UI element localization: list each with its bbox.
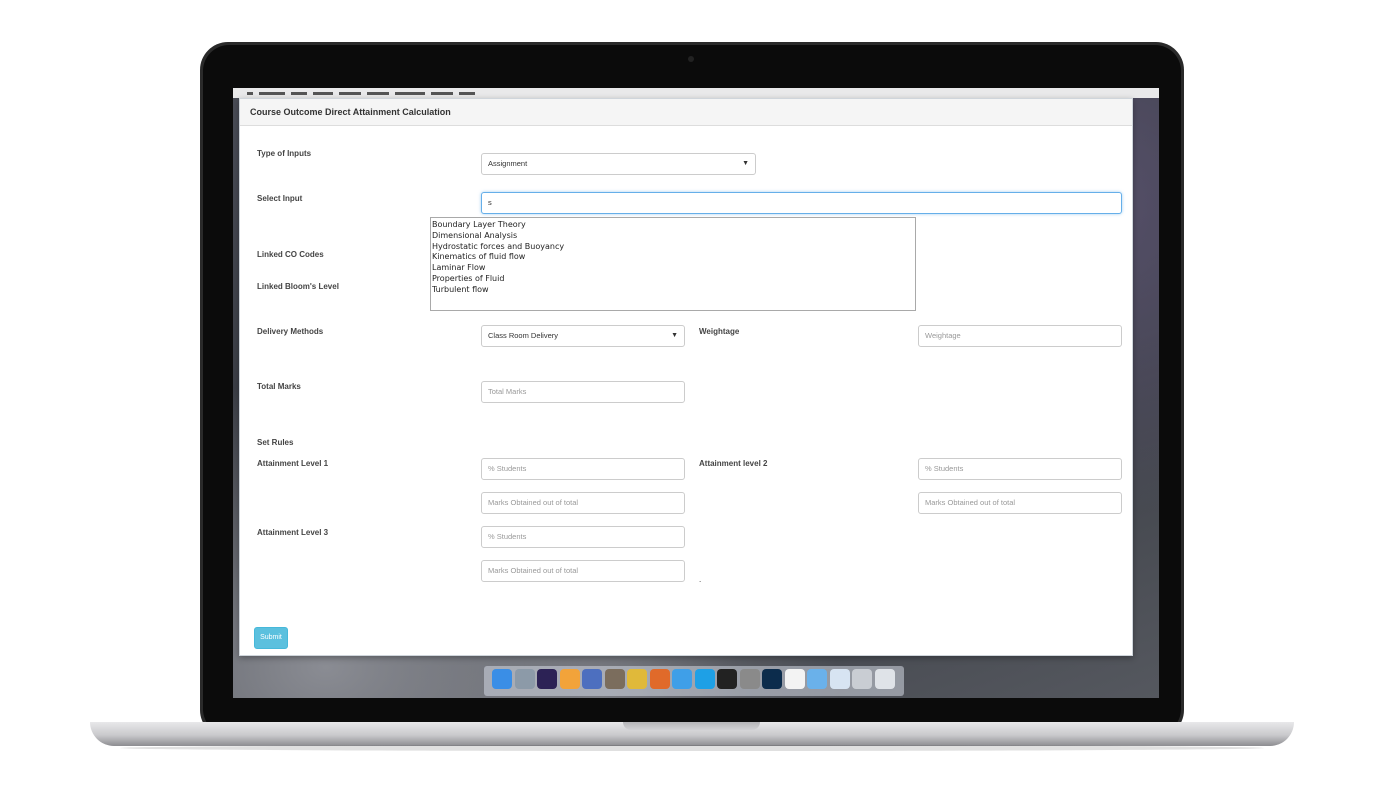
chrome-icon[interactable] (627, 669, 647, 689)
select-input-label: Select Input (257, 194, 303, 203)
type-of-inputs-label: Type of Inputs (257, 149, 312, 158)
menu-bar (233, 88, 1159, 98)
page-title: Course Outcome Direct Attainment Calcula… (250, 107, 451, 117)
total-marks-label: Total Marks (257, 382, 301, 391)
autocomplete-option[interactable]: Boundary Layer Theory (432, 220, 914, 231)
menu-item[interactable] (313, 92, 333, 95)
set-rules-heading: Set Rules (257, 438, 294, 447)
photoshop-icon[interactable] (762, 669, 782, 689)
submit-button[interactable]: Submit (254, 627, 288, 649)
camera (688, 56, 694, 62)
select-input-field[interactable]: s (481, 192, 1122, 214)
attainment-level-3-label: Attainment Level 3 (257, 528, 329, 537)
type-of-inputs-select[interactable]: Assignment ▼ (481, 153, 756, 175)
launchpad-icon[interactable] (514, 669, 535, 689)
chevron-down-icon: ▼ (742, 160, 749, 167)
autocomplete-list: Boundary Layer Theory Dimensional Analys… (430, 217, 916, 311)
app-window: Course Outcome Direct Attainment Calcula… (239, 98, 1133, 656)
laptop-notch (623, 722, 760, 730)
network-icon[interactable] (582, 669, 602, 689)
menu-item[interactable] (431, 92, 453, 95)
autocomplete-option[interactable]: Turbulent flow (432, 285, 914, 296)
downloads-icon[interactable] (829, 669, 850, 689)
level-3-students-input[interactable]: % Students (481, 526, 685, 548)
apple-menu-icon[interactable] (247, 92, 253, 95)
autocomplete-option[interactable]: Dimensional Analysis (432, 231, 914, 242)
weightage-input[interactable]: Weightage (918, 325, 1122, 347)
screen-icon[interactable] (852, 669, 872, 689)
finder-icon[interactable] (492, 669, 512, 689)
menu-item[interactable] (367, 92, 389, 95)
terminal-icon[interactable] (717, 669, 737, 689)
attainment-level-2-label: Attainment level 2 (699, 459, 768, 468)
select-input-value: s (488, 198, 492, 207)
menu-item[interactable] (259, 92, 285, 95)
menu-item[interactable] (459, 92, 475, 95)
folder-icon[interactable] (807, 669, 827, 689)
menu-item[interactable] (395, 92, 425, 95)
level-2-students-input[interactable]: % Students (918, 458, 1122, 480)
chevron-down-icon: ▼ (671, 332, 678, 339)
attainment-level-1-label: Attainment Level 1 (257, 459, 329, 468)
type-of-inputs-value: Assignment (488, 159, 528, 168)
document-icon[interactable] (784, 669, 805, 689)
delivery-methods-label: Delivery Methods (257, 327, 324, 336)
system-preferences-icon[interactable] (739, 669, 760, 689)
stray-dot: . (699, 575, 702, 584)
autocomplete-option[interactable]: Hydrostatic forces and Buoyancy (432, 242, 914, 253)
total-marks-input[interactable]: Total Marks (481, 381, 685, 403)
menu-item[interactable] (339, 92, 361, 95)
level-1-marks-input[interactable]: Marks Obtained out of total (481, 492, 685, 514)
linked-co-codes-label: Linked CO Codes (257, 250, 324, 259)
safari-icon[interactable] (672, 669, 692, 689)
trash-icon[interactable] (874, 669, 895, 689)
weightage-label: Weightage (699, 327, 740, 336)
firefox-icon[interactable] (649, 669, 670, 689)
sublime-icon[interactable] (559, 669, 580, 689)
linked-blooms-level-label: Linked Bloom's Level (257, 282, 339, 291)
laptop-shadow (120, 745, 1264, 751)
autocomplete-option[interactable]: Kinematics of fluid flow (432, 252, 914, 263)
level-1-students-input[interactable]: % Students (481, 458, 685, 480)
autocomplete-option[interactable]: Laminar Flow (432, 263, 914, 274)
level-2-marks-input[interactable]: Marks Obtained out of total (918, 492, 1122, 514)
menu-item[interactable] (291, 92, 307, 95)
autocomplete-option[interactable]: Properties of Fluid (432, 274, 914, 285)
delivery-methods-select[interactable]: Class Room Delivery ▼ (481, 325, 685, 347)
delivery-methods-value: Class Room Delivery (488, 331, 559, 340)
laptop-screen: Course Outcome Direct Attainment Calcula… (233, 88, 1159, 698)
level-3-marks-input[interactable]: Marks Obtained out of total (481, 560, 685, 582)
skype-icon[interactable] (694, 669, 715, 689)
eclipse-icon[interactable] (537, 669, 557, 689)
gimp-icon[interactable] (604, 669, 625, 689)
dock (484, 666, 904, 696)
panel-heading: Course Outcome Direct Attainment Calcula… (240, 99, 1132, 126)
